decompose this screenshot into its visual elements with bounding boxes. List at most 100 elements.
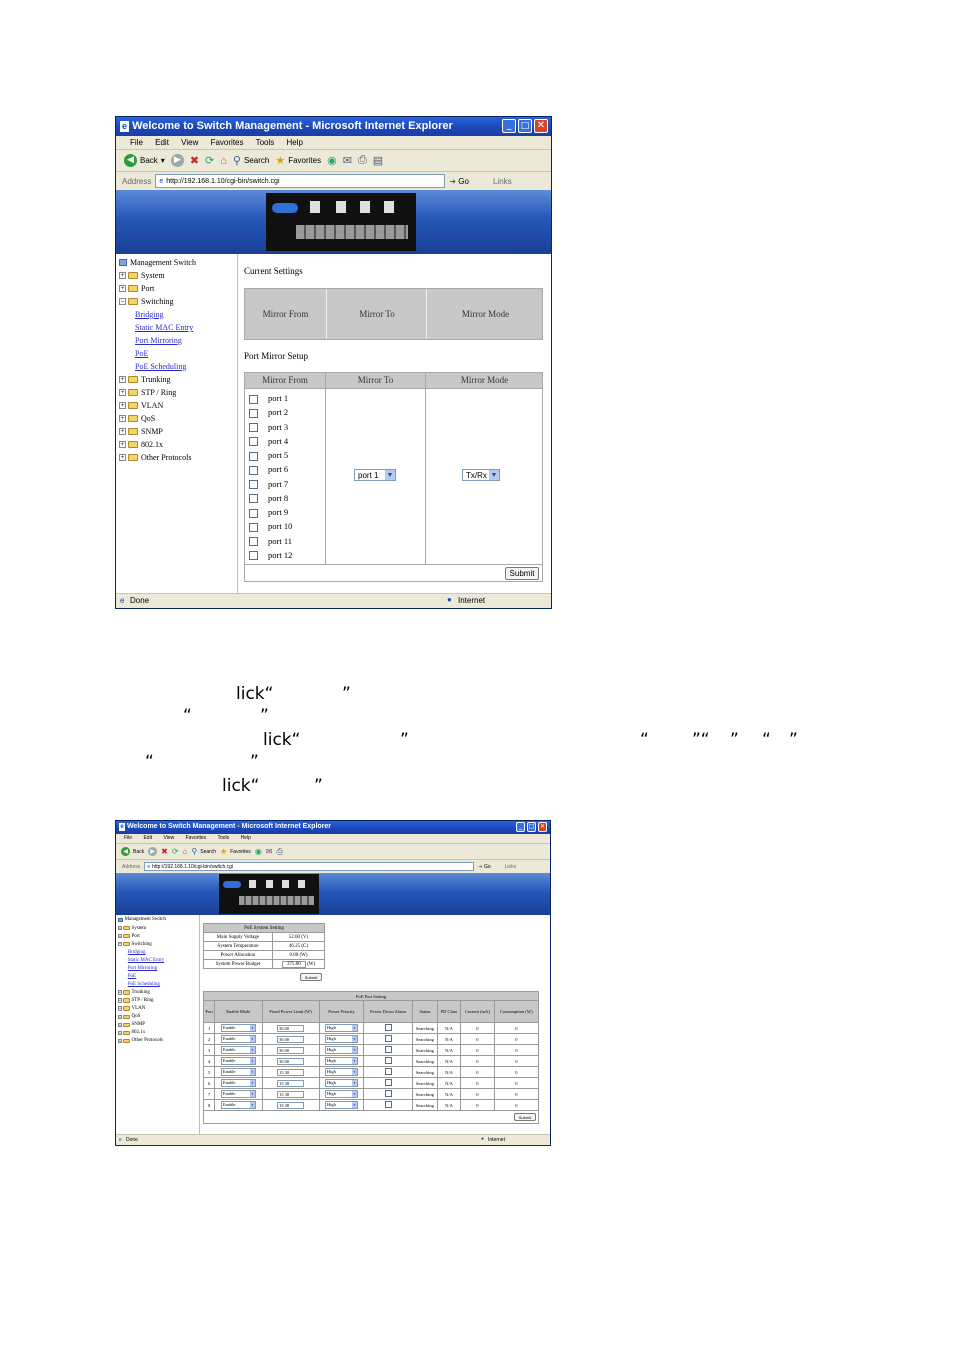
power-limit-input[interactable]: 30.00 [277, 1035, 305, 1043]
power-priority-select[interactable]: High ▼ [324, 1068, 358, 1076]
power-down-alarm-checkbox[interactable] [384, 1057, 392, 1064]
expand-icon[interactable]: + [117, 1006, 123, 1011]
power-priority-select[interactable]: High ▼ [324, 1090, 358, 1098]
power-priority-select[interactable]: High ▼ [324, 1046, 358, 1054]
poe-port-submit-button[interactable]: Submit [514, 1113, 536, 1121]
port-checkbox[interactable] [249, 451, 258, 461]
tree-item-qos[interactable]: + QoS [119, 414, 155, 423]
menu-view[interactable]: View [181, 138, 198, 147]
expand-icon[interactable]: + [117, 925, 123, 931]
port-checkbox-row[interactable]: port 8 [249, 493, 288, 504]
port-checkbox-row[interactable]: port 1 [249, 393, 288, 404]
expand-icon[interactable]: + [117, 1038, 123, 1044]
submit-button[interactable]: Submit [505, 567, 539, 580]
stop-icon[interactable]: ✖ [161, 847, 168, 856]
back-button[interactable]: ◀ Back ▾ [124, 154, 165, 167]
favorites-button[interactable]: ★ Favorites [275, 154, 321, 167]
power-limit-input[interactable]: 30.00 [277, 1057, 305, 1065]
port-checkbox[interactable] [249, 508, 258, 518]
expand-icon[interactable]: + [117, 1030, 123, 1035]
enable-mode-select[interactable]: Enable ▼ [220, 1068, 256, 1076]
menu-file[interactable]: File [130, 138, 143, 147]
address-input[interactable]: e http://192.168.1.10/cgi-bin/switch.cgi [155, 174, 446, 188]
tree-item-other-protocols[interactable]: + Other Protocols [117, 1038, 163, 1044]
tree-item-static-mac-entry[interactable]: Static MAC Entry [135, 323, 193, 332]
power-limit-input[interactable]: 15.38 [277, 1101, 305, 1109]
mail-icon[interactable]: ✉ [266, 847, 273, 856]
tree-item-vlan[interactable]: + VLAN [119, 401, 163, 410]
poe-power-budget-input[interactable]: 375.00 [281, 960, 306, 968]
menu-tools[interactable]: Tools [217, 835, 229, 841]
forward-arrow-icon[interactable]: ▶ [148, 847, 158, 856]
power-limit-input[interactable]: 15.38 [277, 1090, 305, 1098]
tree-item-poe-scheduling[interactable]: PoE Scheduling [135, 362, 186, 371]
expand-icon[interactable]: + [119, 389, 126, 396]
expand-icon[interactable]: + [119, 428, 126, 435]
power-down-alarm-checkbox[interactable] [384, 1024, 392, 1031]
expand-icon[interactable]: + [117, 990, 123, 995]
history-icon[interactable]: ◉ [327, 154, 337, 167]
favorites-button[interactable]: ★ Favorites [220, 847, 251, 856]
tree-item-802-1x[interactable]: +802.1x [119, 440, 163, 449]
links-label[interactable]: Links [493, 177, 512, 186]
tree-item-port[interactable]: + Port [119, 284, 154, 293]
power-limit-input[interactable]: 30.00 [277, 1046, 305, 1054]
power-priority-select[interactable]: High ▼ [324, 1035, 358, 1043]
tree-item-port-mirroring[interactable]: Port Mirroring [135, 336, 182, 345]
port-checkbox[interactable] [249, 494, 258, 504]
expand-icon[interactable]: + [119, 415, 126, 422]
port-checkbox-row[interactable]: port 3 [249, 422, 288, 433]
power-down-alarm-checkbox[interactable] [384, 1090, 392, 1097]
port-checkbox-row[interactable]: port 5 [249, 450, 288, 461]
expand-icon[interactable]: + [117, 933, 123, 939]
expand-icon[interactable]: + [119, 285, 126, 292]
port-checkbox-row[interactable]: port 10 [249, 521, 292, 532]
port-checkbox-row[interactable]: port 2 [249, 407, 288, 418]
expand-icon[interactable]: + [119, 376, 126, 383]
tree-item-bridging[interactable]: Bridging [135, 310, 163, 319]
mirror-mode-select[interactable]: Tx/Rx ▼ [462, 469, 500, 481]
tree-item-stp-ring[interactable]: + STP / Ring [119, 388, 176, 397]
port-checkbox-row[interactable]: port 9 [249, 507, 288, 518]
power-priority-select[interactable]: High ▼ [324, 1079, 358, 1087]
expand-icon[interactable]: + [119, 441, 126, 448]
expand-icon[interactable]: + [117, 1022, 123, 1027]
expand-icon[interactable]: + [117, 998, 123, 1003]
port-checkbox-row[interactable]: port 4 [249, 436, 288, 447]
menu-edit[interactable]: Edit [143, 835, 152, 841]
expand-icon[interactable]: + [119, 454, 126, 461]
tree-item-switching[interactable]: − Switching [119, 297, 173, 306]
power-down-alarm-checkbox[interactable] [384, 1068, 392, 1075]
tree-item-poe[interactable]: PoE [128, 974, 136, 979]
go-button[interactable]: ➜ Go [449, 177, 469, 186]
menu-file[interactable]: File [124, 835, 132, 841]
tree-item-switching[interactable]: − Switching [117, 941, 152, 947]
menu-view[interactable]: View [163, 835, 174, 841]
power-down-alarm-checkbox[interactable] [384, 1035, 392, 1042]
search-button[interactable]: ⚲ Search [191, 847, 216, 856]
expand-icon[interactable]: + [119, 272, 126, 279]
power-priority-select[interactable]: High ▼ [324, 1024, 358, 1032]
tree-item-trunking[interactable]: + Trunking [119, 375, 171, 384]
menu-edit[interactable]: Edit [155, 138, 169, 147]
home-icon[interactable]: ⌂ [183, 847, 188, 856]
history-icon[interactable]: ◉ [255, 847, 262, 856]
port-checkbox[interactable] [249, 551, 258, 561]
power-priority-select[interactable]: High ▼ [324, 1101, 358, 1109]
forward-arrow-icon[interactable]: ▶ [170, 154, 184, 167]
port-checkbox-row[interactable]: port 11 [249, 536, 292, 547]
tree-item-other-protocols[interactable]: + Other Protocols [119, 453, 191, 462]
tree-item-port[interactable]: + Port [117, 933, 140, 939]
expand-icon[interactable]: + [119, 402, 126, 409]
enable-mode-select[interactable]: Enable ▼ [220, 1057, 256, 1065]
tree-item-snmp[interactable]: + SNMP [119, 427, 163, 436]
power-priority-select[interactable]: High ▼ [324, 1057, 358, 1065]
tree-item-poe-scheduling[interactable]: PoE Scheduling [128, 982, 160, 987]
collapse-icon[interactable]: − [117, 941, 123, 947]
menu-help[interactable]: Help [241, 835, 251, 841]
tree-root[interactable]: Management Switch [117, 917, 166, 922]
tree-item-qos[interactable]: + QoS [117, 1014, 140, 1019]
power-limit-input[interactable]: 15.38 [277, 1068, 305, 1076]
print-icon[interactable]: ⎙ [277, 847, 283, 857]
tree-item-system[interactable]: + System [119, 271, 165, 280]
